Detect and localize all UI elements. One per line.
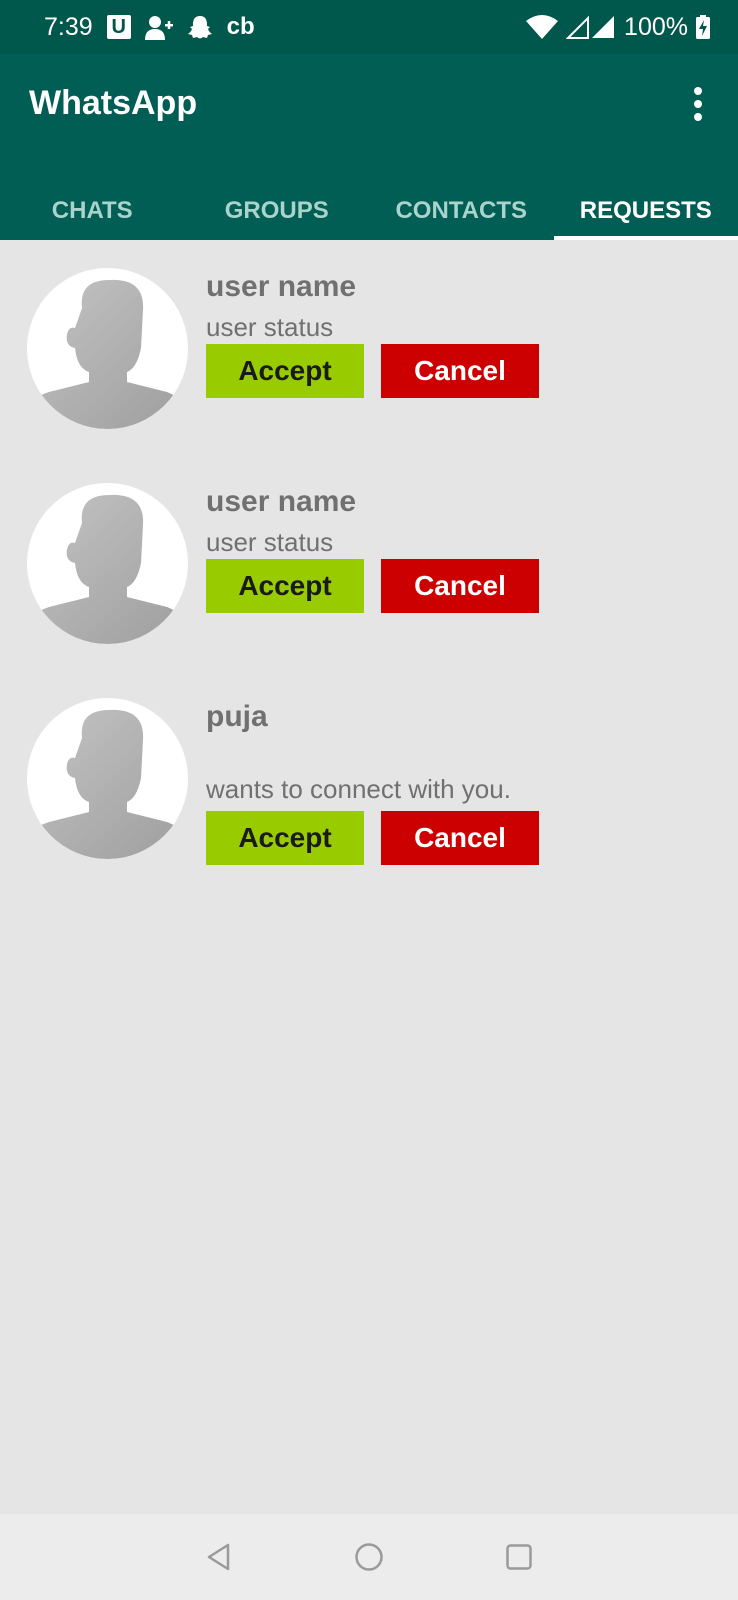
accept-button[interactable]: Accept — [206, 559, 364, 613]
app-bar: WhatsApp CHATS GROUPS CONTACTS REQUESTS — [0, 54, 738, 240]
request-status: user status — [206, 527, 334, 557]
tab-bar: CHATS GROUPS CONTACTS REQUESTS — [0, 182, 738, 240]
request-item: user name user status Accept Cancel — [0, 455, 738, 655]
accept-button[interactable]: Accept — [206, 344, 364, 398]
navigation-bar — [0, 1514, 738, 1600]
request-status: wants to connect with you. — [206, 774, 511, 804]
avatar[interactable] — [27, 483, 188, 644]
add-user-icon — [144, 14, 173, 40]
status-time: 7:39 — [44, 12, 93, 41]
u-icon-label: U — [106, 15, 131, 39]
avatar[interactable] — [27, 268, 188, 429]
avatar[interactable] — [27, 698, 188, 859]
cancel-button[interactable]: Cancel — [381, 559, 539, 613]
battery-icon — [696, 15, 710, 39]
app-title: WhatsApp — [29, 84, 198, 122]
home-icon[interactable] — [349, 1537, 389, 1577]
request-item: user name user status Accept Cancel — [0, 240, 738, 440]
cancel-button[interactable]: Cancel — [381, 811, 539, 865]
accept-button[interactable]: Accept — [206, 811, 364, 865]
request-status: user status — [206, 312, 334, 342]
more-vert-icon[interactable] — [678, 82, 718, 126]
request-name: user name — [206, 485, 357, 518]
request-name: puja — [206, 700, 268, 733]
request-item: puja wants to connect with you. Accept C… — [0, 670, 738, 900]
recents-icon[interactable] — [499, 1537, 539, 1577]
cb-icon: cb — [226, 13, 255, 40]
tab-requests[interactable]: REQUESTS — [553, 182, 738, 240]
tab-groups[interactable]: GROUPS — [185, 182, 370, 240]
tab-chats[interactable]: CHATS — [0, 182, 185, 240]
status-bar: 7:39 U cb 100% — [0, 0, 738, 54]
battery-percent: 100% — [624, 12, 688, 41]
request-name: user name — [206, 270, 357, 303]
wifi-icon — [526, 15, 559, 39]
tab-contacts[interactable]: CONTACTS — [369, 182, 554, 240]
back-icon[interactable] — [199, 1537, 239, 1577]
snapchat-icon — [187, 14, 213, 40]
cancel-button[interactable]: Cancel — [381, 344, 539, 398]
signal-icon — [566, 15, 616, 39]
u-icon: U — [106, 15, 131, 39]
